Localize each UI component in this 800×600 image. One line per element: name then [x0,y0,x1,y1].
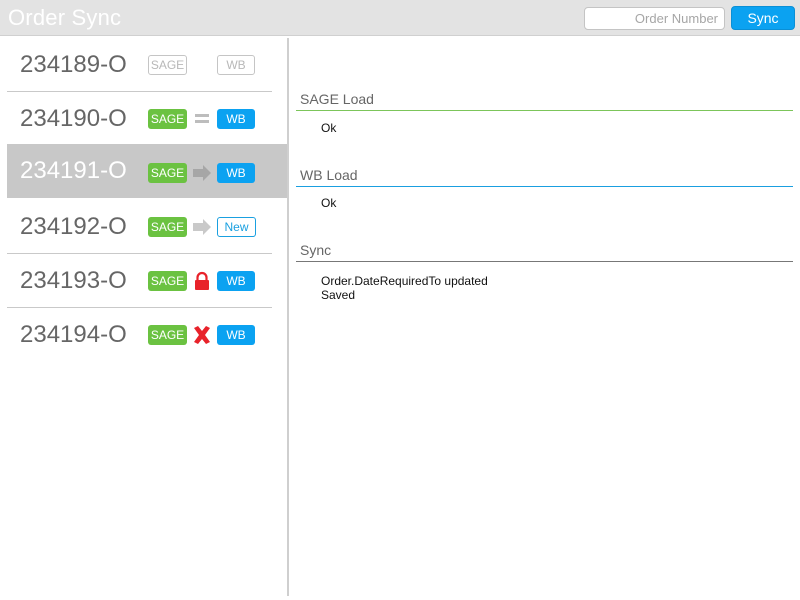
arrow-right-icon [193,219,211,235]
wb-load-divider [296,186,793,187]
sage-load-divider [296,110,793,111]
order-id: 234189-O [20,51,127,78]
sync-divider [296,261,793,262]
order-id: 234193-O [20,267,127,294]
sync-title: Sync [300,242,332,258]
wb-new-badge: New [217,217,256,237]
sync-message: Saved [321,288,356,302]
wb-load-title: WB Load [300,167,358,183]
header-bar: Order Sync Sync [0,0,800,36]
order-id: 234194-O [20,321,127,348]
wb-badge: WB [217,325,255,345]
sage-badge: SAGE [148,55,187,75]
panel-divider [287,38,289,596]
order-id: 234192-O [20,213,127,240]
order-row[interactable]: 234189-O SAGE WB [7,38,287,92]
sage-load-message: Ok [321,121,337,135]
order-id: 234190-O [20,105,127,132]
sage-badge: SAGE [148,325,187,345]
equal-icon [195,114,209,123]
error-x-icon [194,326,210,344]
order-row[interactable]: 234190-O SAGE WB [7,92,287,146]
arrow-right-icon [193,165,211,181]
wb-load-message: Ok [321,196,337,210]
order-row-selected[interactable]: 234191-O SAGE WB [7,144,287,198]
lock-icon [195,271,209,290]
sage-badge: SAGE [148,217,187,237]
order-row[interactable]: 234192-O SAGE New [7,200,287,254]
sage-badge: SAGE [148,109,187,129]
order-list: 234189-O SAGE WB 234190-O SAGE WB 234191… [7,38,287,600]
sage-badge: SAGE [148,271,187,291]
wb-badge: WB [217,109,255,129]
order-row[interactable]: 234194-O SAGE WB [7,308,287,362]
wb-badge: WB [217,55,255,75]
wb-badge: WB [217,271,255,291]
app-title: Order Sync [8,5,122,30]
sync-button[interactable]: Sync [731,6,795,30]
wb-badge: WB [217,163,255,183]
order-row[interactable]: 234193-O SAGE WB [7,254,287,308]
sync-message: Order.DateRequiredTo updated [321,274,488,288]
sage-badge: SAGE [148,163,187,183]
details-panel: SAGE Load Ok WB Load Ok Sync Order.DateR… [296,38,796,598]
sage-load-title: SAGE Load [300,91,374,107]
order-number-input[interactable] [584,7,725,30]
order-id: 234191-O [20,157,127,184]
